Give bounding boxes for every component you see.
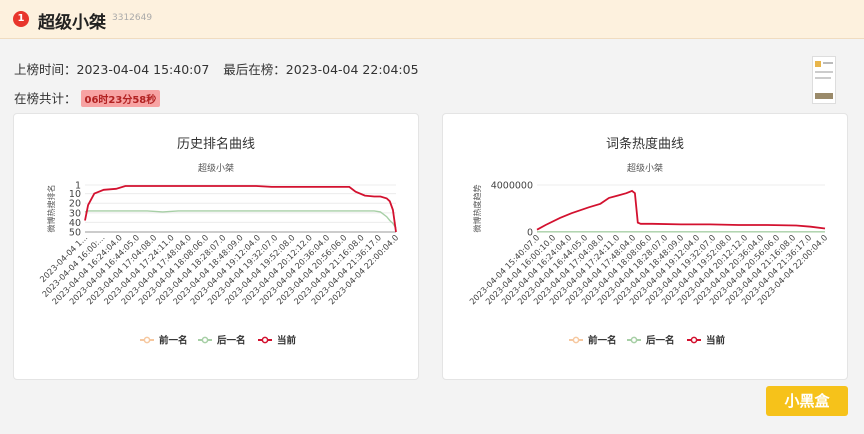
series-line-后一名 (84, 210, 397, 229)
last-seen-label: 最后在榜： (223, 62, 286, 77)
legend-label: 前一名 (159, 335, 188, 347)
topic-title[interactable]: 超级小桀 (38, 8, 106, 33)
duration-row: 在榜共计： 06时23分58秒 (14, 88, 161, 107)
chart-subtitle: 超级小桀 (198, 162, 234, 174)
rank-badge: 1 (13, 11, 29, 27)
heat-trend-card: 词条热度曲线 超级小桀 0 4000000 微博热度趋势 2023-04-04 15:40… (442, 113, 848, 380)
xiaoheihe-watermark: 小黑盒 (766, 386, 848, 416)
rank-history-chart: 历史排名曲线超级小桀11020304050微博热搜排名2023-04-04 1.… (38, 136, 401, 347)
legend-label: 后一名 (217, 335, 246, 347)
chart-title: 词条热度曲线 (606, 136, 684, 152)
legend-swatch-dot (690, 336, 698, 344)
y-axis-label: 微博热度趋势 (472, 185, 482, 233)
heat-trend-chart: 词条热度曲线超级小桀04000000微博热度趋势2023-04-04 15:40… (467, 136, 829, 347)
time-info-row: 上榜时间：2023-04-04 15:40:07 最后在榜：2023-04-04 … (14, 59, 419, 78)
topic-id: 3312649 (112, 13, 153, 23)
duration-badge: 06时23分58秒 (80, 90, 161, 107)
chart-title: 历史排名曲线 (177, 136, 255, 152)
legend-swatch-dot (201, 336, 209, 344)
y-axis-label: 微博热搜排名 (46, 185, 56, 233)
chart-subtitle: 超级小桀 (627, 162, 663, 174)
series-line-当前 (84, 185, 397, 233)
duration-label: 在榜共计： (14, 91, 77, 106)
first-seen-value: 2023-04-04 15:40:07 (76, 62, 210, 77)
legend-swatch-dot (630, 336, 638, 344)
rank-history-card: 历史排名曲线 超级小桀 1 10 20 30 40 50 微博热搜排名 2023-04-04 1.… (13, 113, 419, 380)
legend-swatch-dot (143, 336, 151, 344)
legend-label: 后一名 (646, 335, 675, 347)
post-thumbnail[interactable] (812, 56, 836, 104)
legend-label: 当前 (706, 335, 726, 347)
legend-label: 前一名 (588, 335, 617, 347)
last-seen-value: 2023-04-04 22:04:05 (285, 62, 419, 77)
legend-swatch-dot (572, 336, 580, 344)
first-seen-label: 上榜时间： (14, 62, 77, 77)
y-tick-label: 4000000 (491, 181, 533, 192)
series-line-当前 (536, 189, 826, 231)
legend-label: 当前 (277, 335, 297, 347)
hot-search-header: 1 超级小桀 3312649 (0, 0, 864, 39)
legend-swatch-dot (261, 336, 269, 344)
